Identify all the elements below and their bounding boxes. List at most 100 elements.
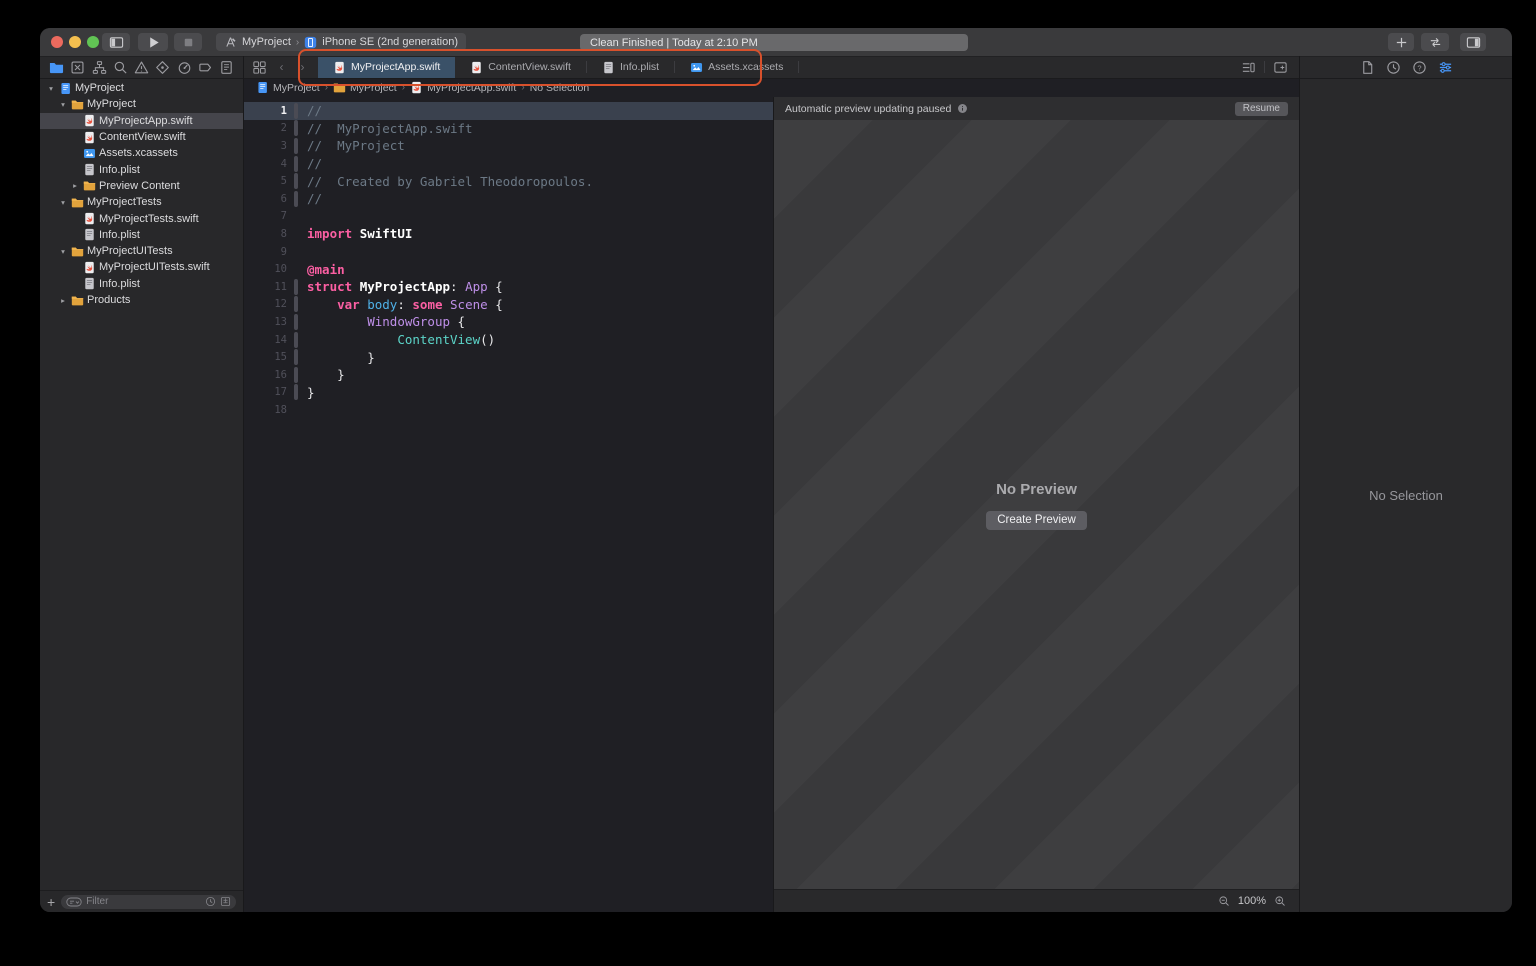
- zoom-out-icon[interactable]: [1218, 895, 1230, 907]
- filter-icon: [66, 897, 82, 907]
- zoom-in-icon[interactable]: [1274, 895, 1286, 907]
- disclosure-triangle-icon[interactable]: ▾: [46, 84, 56, 93]
- file-tree-row-Products[interactable]: ▸ Products: [40, 292, 243, 308]
- divider[interactable]: [1299, 56, 1300, 912]
- report-navigator-tab[interactable]: [219, 60, 234, 75]
- find-navigator-tab[interactable]: [113, 60, 128, 75]
- code-line-10[interactable]: 10 @main: [243, 260, 773, 278]
- resume-button[interactable]: Resume: [1235, 102, 1288, 116]
- file-tree-label: Products: [87, 294, 130, 306]
- scheme-selector[interactable]: MyProject › iPhone SE (2nd generation): [216, 33, 466, 51]
- editor-tab-Info.plist[interactable]: Info.plist: [587, 56, 674, 78]
- chevron-right-icon: ›: [521, 82, 524, 93]
- file-tree-row-Info.plist[interactable]: Info.plist: [40, 276, 243, 292]
- forward-chevron-icon[interactable]: ›: [296, 61, 309, 74]
- symbol-navigator-tab[interactable]: [92, 60, 107, 75]
- file-tree-row-Info.plist[interactable]: Info.plist: [40, 161, 243, 177]
- code-text: ContentView(): [307, 332, 495, 347]
- code-line-2[interactable]: 2 // MyProjectApp.swift: [243, 120, 773, 138]
- code-line-1[interactable]: 1 //: [243, 102, 773, 120]
- source-editor[interactable]: 1 // 2 // MyProjectApp.swift 3 // MyProj…: [243, 97, 773, 912]
- breadcrumb-item[interactable]: No Selection: [530, 82, 590, 94]
- divider[interactable]: [243, 56, 244, 912]
- code-text: @main: [307, 262, 345, 277]
- disclosure-triangle-icon[interactable]: ▾: [58, 100, 68, 109]
- plus-icon: [1394, 35, 1409, 50]
- code-line-9[interactable]: 9: [243, 243, 773, 261]
- stop-button[interactable]: [174, 33, 202, 51]
- code-line-15[interactable]: 15 }: [243, 348, 773, 366]
- file-tree-row-MyProjectTests[interactable]: ▾ MyProjectTests: [40, 194, 243, 210]
- file-tree-row-MyProjectApp.swift[interactable]: MyProjectApp.swift: [40, 113, 243, 129]
- info-icon[interactable]: [957, 103, 968, 114]
- filter-field[interactable]: Filter: [61, 895, 236, 909]
- file-tree-row-MyProjectUITests.swift[interactable]: MyProjectUITests.swift: [40, 259, 243, 275]
- debug-navigator-tab[interactable]: [177, 60, 192, 75]
- zoom-window-button[interactable]: [87, 36, 99, 48]
- toggle-navigator-button[interactable]: [102, 33, 130, 51]
- disclosure-triangle-icon[interactable]: ▸: [58, 296, 68, 305]
- editor-tab-Assets.xcassets[interactable]: Assets.xcassets: [675, 56, 798, 78]
- title-bar: MyProject › iPhone SE (2nd generation) C…: [40, 28, 1512, 57]
- file-tree-row-ContentView.swift[interactable]: ContentView.swift: [40, 129, 243, 145]
- editor-tab-MyProjectApp.swift[interactable]: MyProjectApp.swift: [318, 56, 455, 78]
- code-line-14[interactable]: 14 ContentView(): [243, 331, 773, 349]
- file-tree-row-MyProjectUITests[interactable]: ▾ MyProjectUITests: [40, 243, 243, 259]
- toggle-inspector-button[interactable]: [1460, 33, 1486, 51]
- create-preview-button[interactable]: Create Preview: [986, 511, 1087, 530]
- test-navigator-tab[interactable]: [155, 60, 170, 75]
- chevron-right-icon: ›: [402, 82, 405, 93]
- file-tree-row-Info.plist[interactable]: Info.plist: [40, 227, 243, 243]
- close-window-button[interactable]: [51, 36, 63, 48]
- breakpoint-navigator-tab[interactable]: [198, 60, 213, 75]
- help-inspector-tab[interactable]: ?: [1412, 60, 1427, 75]
- file-tree-row-MyProject[interactable]: ▾ MyProject: [40, 96, 243, 112]
- disclosure-triangle-icon[interactable]: ▾: [58, 247, 68, 256]
- swift-icon: [83, 131, 96, 144]
- breadcrumb-item[interactable]: MyProject: [256, 81, 320, 94]
- history-inspector-tab[interactable]: [1386, 60, 1401, 75]
- add-file-button[interactable]: +: [47, 897, 55, 907]
- code-review-button[interactable]: [1421, 33, 1449, 51]
- library-add-button[interactable]: [1388, 33, 1414, 51]
- issue-navigator-tab[interactable]: [134, 60, 149, 75]
- source-control-navigator-tab[interactable]: [70, 60, 85, 75]
- disclosure-triangle-icon[interactable]: ▾: [58, 198, 68, 207]
- breadcrumb-item[interactable]: MyProjectApp.swift: [410, 81, 516, 94]
- minimize-window-button[interactable]: [69, 36, 81, 48]
- code-line-3[interactable]: 3 // MyProject: [243, 137, 773, 155]
- file-tree-row-MyProjectTests.swift[interactable]: MyProjectTests.swift: [40, 210, 243, 226]
- code-line-11[interactable]: 11 struct MyProjectApp: App {: [243, 278, 773, 296]
- add-editor-icon[interactable]: [1273, 60, 1288, 75]
- recent-files-icon[interactable]: [205, 896, 216, 907]
- code-line-13[interactable]: 13 WindowGroup {: [243, 313, 773, 331]
- file-tree-row-MyProject[interactable]: ▾ MyProject: [40, 80, 243, 96]
- line-number: 12: [243, 298, 287, 310]
- no-preview-title: No Preview: [996, 481, 1077, 498]
- tab-overview-icon[interactable]: [252, 60, 267, 75]
- editor-tab-ContentView.swift[interactable]: ContentView.swift: [455, 56, 586, 78]
- file-inspector-tab[interactable]: [1360, 60, 1375, 75]
- attributes-inspector-tab[interactable]: [1438, 60, 1453, 75]
- project-navigator-tab[interactable]: [49, 60, 64, 75]
- code-line-12[interactable]: 12 var body: some Scene {: [243, 296, 773, 314]
- editor-options-icon[interactable]: [1241, 60, 1256, 75]
- fold-ribbon: [294, 296, 298, 312]
- code-line-6[interactable]: 6 //: [243, 190, 773, 208]
- disclosure-triangle-icon[interactable]: ▸: [70, 181, 80, 190]
- run-button[interactable]: [138, 33, 168, 51]
- file-tree-row-Preview Content[interactable]: ▸ Preview Content: [40, 178, 243, 194]
- code-text: import SwiftUI: [307, 226, 412, 241]
- code-line-16[interactable]: 16 }: [243, 366, 773, 384]
- source-control-status-icon[interactable]: [220, 896, 231, 907]
- assets-icon: [690, 61, 703, 74]
- code-line-18[interactable]: 18: [243, 401, 773, 419]
- breadcrumb-item[interactable]: MyProject: [333, 81, 397, 94]
- code-line-5[interactable]: 5 // Created by Gabriel Theodoropoulos.: [243, 172, 773, 190]
- code-line-17[interactable]: 17 }: [243, 384, 773, 402]
- file-tree-row-Assets.xcassets[interactable]: Assets.xcassets: [40, 145, 243, 161]
- code-line-7[interactable]: 7: [243, 208, 773, 226]
- code-line-4[interactable]: 4 //: [243, 155, 773, 173]
- code-line-8[interactable]: 8 import SwiftUI: [243, 225, 773, 243]
- back-chevron-icon[interactable]: ‹: [275, 61, 288, 74]
